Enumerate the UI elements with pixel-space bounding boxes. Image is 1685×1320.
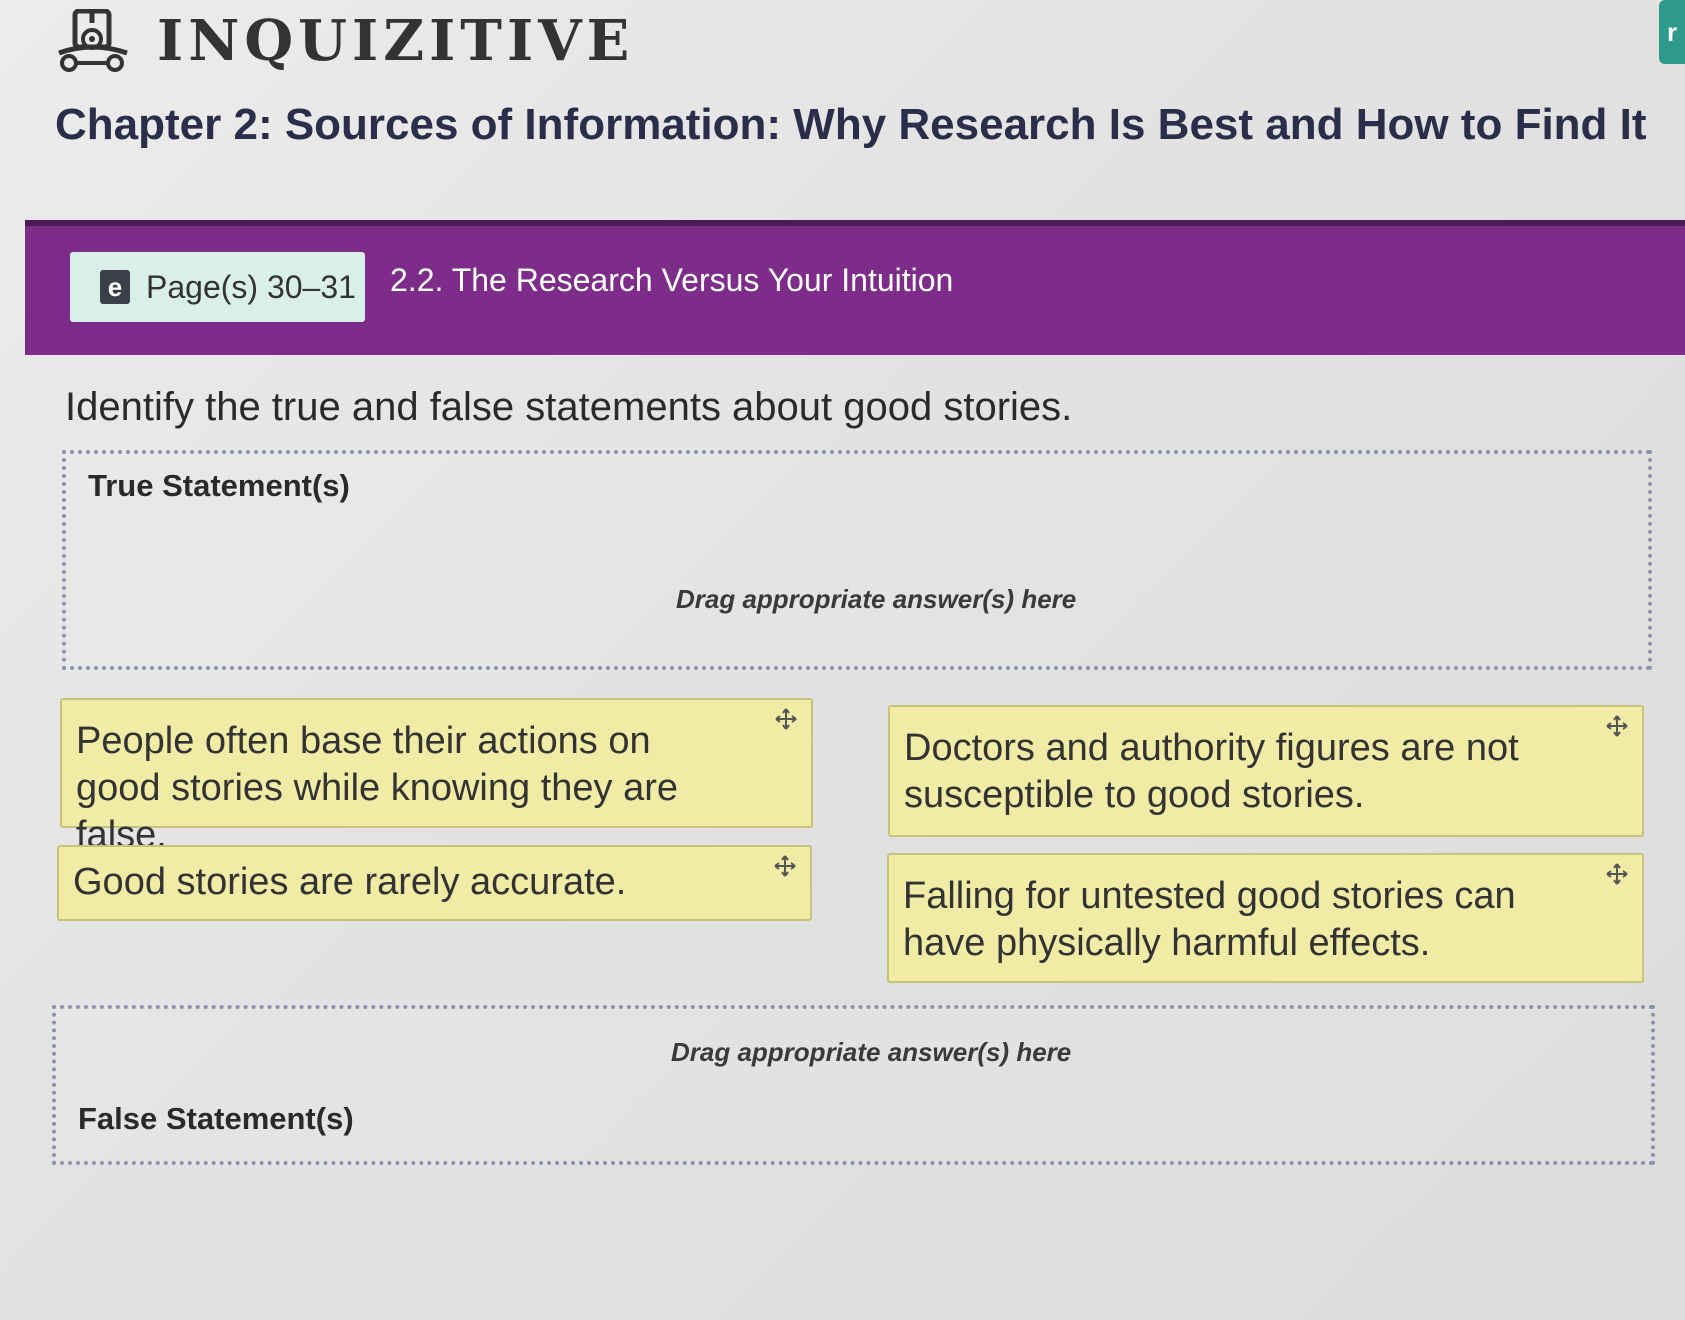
ebook-icon: e [100,270,130,304]
pages-label: Page(s) 30–31 [146,268,356,305]
drop-zone-hint: Drag appropriate answer(s) here [671,1037,1072,1067]
answer-card-text: Good stories are rarely accurate. [73,861,627,903]
ebook-pages-button[interactable]: e Page(s) 30–31 [70,252,365,322]
answer-card[interactable]: People often base their actions on good … [60,698,813,856]
section-banner: e Page(s) 30–31 2.2. The Research Versus… [25,220,1685,355]
move-icon [774,855,796,877]
drop-zone-label: True Statement(s) [88,468,350,503]
answer-card-text: People often base their actions on good … [76,720,679,856]
answer-card[interactable]: Falling for untested good stories can ha… [887,853,1644,983]
drop-zone-hint: Drag appropriate answer(s) here [676,584,1077,614]
false-statements-drop-zone[interactable]: Drag appropriate answer(s) here False St… [52,1005,1655,1165]
app-name: INQUIZITIVE [157,8,635,74]
move-icon [1606,863,1628,885]
question-prompt: Identify the true and false statements a… [65,385,1073,429]
move-icon [775,708,797,730]
answer-card[interactable]: Doctors and authority figures are not su… [888,705,1644,837]
answer-card[interactable]: Good stories are rarely accurate. [57,845,812,921]
chapter-title: Chapter 2: Sources of Information: Why R… [55,100,1647,149]
true-statements-drop-zone[interactable]: True Statement(s) Drag appropriate answe… [62,450,1652,670]
answer-card-text: Doctors and authority figures are not su… [904,727,1519,816]
drop-zone-label: False Statement(s) [78,1101,354,1136]
inquizitive-logo-icon [58,9,128,72]
section-title: 2.2. The Research Versus Your Intuition [390,262,954,298]
move-icon [1606,715,1628,737]
app-header: INQUIZITIVE [55,6,634,76]
corner-tab[interactable]: r [1659,0,1685,64]
answer-card-text: Falling for untested good stories can ha… [903,875,1516,964]
